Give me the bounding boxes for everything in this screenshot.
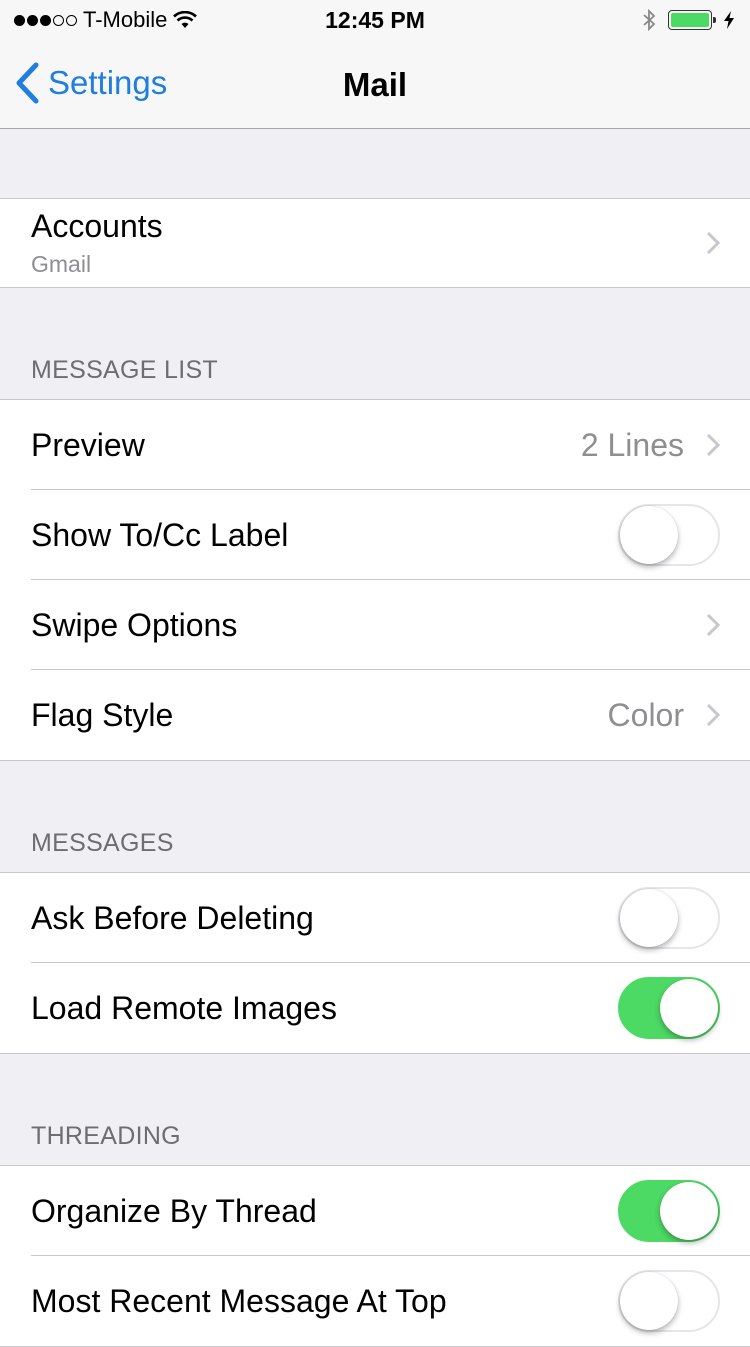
load-remote-images-row: Load Remote Images [0,962,750,1053]
preview-row[interactable]: Preview 2 Lines [0,400,750,490]
navigation-bar: Settings Mail [0,40,750,128]
status-bar: T-Mobile 12:45 PM [0,0,750,40]
preview-label: Preview [31,426,145,463]
accounts-group: Accounts Gmail [0,198,750,288]
load-remote-images-label: Load Remote Images [31,989,337,1026]
settings-list: Accounts Gmail MESSAGE LIST Preview 2 Li… [0,129,750,1347]
flag-style-value: Color [607,696,684,733]
section-header-label: THREADING [31,1122,181,1150]
section-header-label: MESSAGE LIST [31,356,218,384]
messages-group: Ask Before Deleting Load Remote Images [0,872,750,1054]
ask-before-deleting-row: Ask Before Deleting [0,873,750,963]
show-to-cc-label: Show To/Cc Label [31,516,289,553]
bluetooth-icon [643,8,656,32]
most-recent-message-at-top-label: Most Recent Message At Top [31,1282,447,1319]
ask-before-deleting-toggle[interactable] [618,887,720,949]
organize-by-thread-label: Organize By Thread [31,1192,317,1229]
flag-style-label: Flag Style [31,696,174,733]
chevron-right-icon [706,613,720,637]
organize-by-thread-row: Organize By Thread [0,1166,750,1256]
load-remote-images-toggle[interactable] [618,977,720,1039]
accounts-label: Accounts [31,208,163,244]
status-time: 12:45 PM [325,7,425,33]
swipe-options-label: Swipe Options [31,606,238,643]
accounts-row[interactable]: Accounts Gmail [0,199,750,287]
message-list-group: Preview 2 Lines Show To/Cc Label Swipe O… [0,399,750,761]
section-header-threading: THREADING [0,1054,750,1165]
flag-style-row[interactable]: Flag Style Color [0,669,750,760]
show-to-cc-label-row: Show To/Cc Label [0,489,750,580]
organize-by-thread-toggle[interactable] [618,1180,720,1242]
most-recent-message-at-top-toggle[interactable] [618,1270,720,1332]
preview-value: 2 Lines [580,426,684,463]
status-right [642,8,734,32]
threading-group: Organize By Thread Most Recent Message A… [0,1165,750,1347]
spacer [0,129,750,198]
swipe-options-row[interactable]: Swipe Options [0,579,750,670]
ask-before-deleting-label: Ask Before Deleting [31,899,314,936]
page-title: Mail [342,66,408,103]
chevron-right-icon [706,703,720,727]
battery-icon [668,10,716,30]
most-recent-message-at-top-row: Most Recent Message At Top [0,1255,750,1346]
top-bar: T-Mobile 12:45 PM Settings Mail [0,0,750,129]
section-header-label: MESSAGES [31,829,174,857]
section-header-message-list: MESSAGE LIST [0,288,750,399]
chevron-right-icon [706,231,720,255]
charging-bolt-icon [724,11,734,29]
chevron-right-icon [706,433,720,457]
section-header-messages: MESSAGES [0,761,750,872]
show-to-cc-label-toggle[interactable] [618,504,720,566]
accounts-subtitle: Gmail [31,251,92,277]
